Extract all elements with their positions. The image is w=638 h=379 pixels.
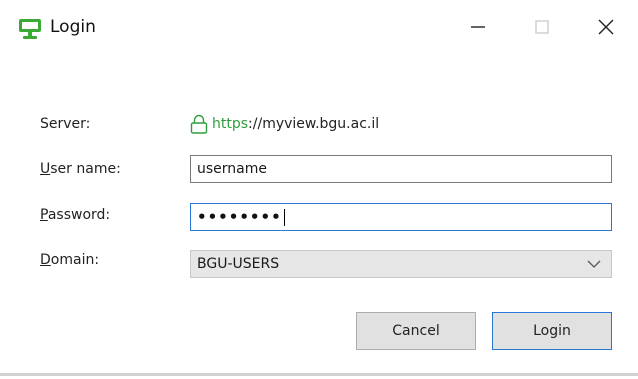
- password-label-text: assword:: [47, 207, 111, 223]
- chevron-down-icon: [587, 260, 601, 268]
- maximize-button[interactable]: [522, 12, 562, 42]
- domain-label-mnemonic: D: [40, 252, 51, 268]
- server-url: https://myview.bgu.ac.il: [190, 112, 379, 136]
- domain-selected-value: BGU-USERS: [197, 256, 280, 272]
- window-title: Login: [50, 17, 96, 37]
- minimize-button[interactable]: [458, 12, 498, 42]
- login-dialog: Login Server: https://myview.bgu.ac.il …: [0, 0, 638, 379]
- domain-select[interactable]: BGU-USERS: [190, 250, 612, 278]
- lock-icon: [190, 114, 208, 134]
- username-value: username: [197, 161, 267, 177]
- monitor-icon: [18, 18, 42, 40]
- title-bar: Login: [0, 0, 638, 54]
- close-icon: [598, 19, 614, 35]
- text-caret: [283, 208, 285, 226]
- password-input[interactable]: ••••••••: [190, 203, 612, 231]
- maximize-icon: [535, 20, 549, 34]
- bottom-divider: [0, 373, 638, 376]
- server-url-host: ://myview.bgu.ac.il: [248, 116, 380, 132]
- login-button[interactable]: Login: [492, 312, 612, 350]
- username-label-mnemonic: U: [40, 161, 51, 177]
- password-label: Password:: [40, 205, 110, 225]
- server-label: Server:: [40, 116, 91, 132]
- password-masked-value: ••••••••: [197, 208, 282, 226]
- username-label-text: ser name:: [50, 161, 121, 177]
- username-input[interactable]: username: [190, 155, 612, 183]
- username-label: User name:: [40, 159, 121, 179]
- close-button[interactable]: [586, 12, 626, 42]
- domain-label: Domain:: [40, 250, 99, 270]
- server-url-scheme: https: [212, 116, 249, 132]
- cancel-button[interactable]: Cancel: [356, 312, 476, 350]
- minimize-icon: [471, 26, 485, 28]
- domain-label-text: omain:: [50, 252, 100, 268]
- password-label-mnemonic: P: [40, 207, 48, 223]
